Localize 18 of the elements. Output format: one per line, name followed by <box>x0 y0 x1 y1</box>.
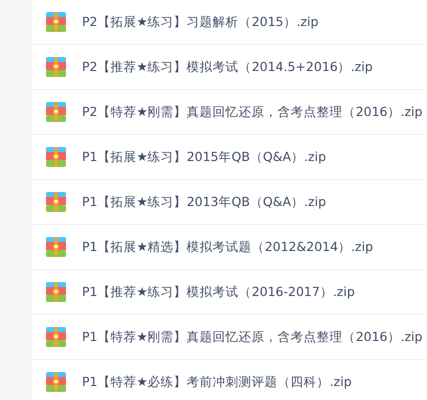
archive-file-icon <box>46 12 66 32</box>
file-name[interactable]: P2【特荐★刚需】真题回忆还原，含考点整理（2016）.zip <box>82 102 422 122</box>
archive-file-icon <box>46 237 66 257</box>
archive-file-icon <box>46 372 66 392</box>
archive-file-icon <box>46 57 66 77</box>
file-name[interactable]: P1【特荐★刚需】真题回忆还原，含考点整理（2016）.zip <box>82 328 422 346</box>
archive-file-icon <box>46 282 66 302</box>
file-name[interactable]: P2【推荐★练习】模拟考试（2014.5+2016）.zip <box>82 58 373 76</box>
archive-file-icon <box>46 192 66 212</box>
archive-file-icon <box>46 327 66 347</box>
file-name[interactable]: P1【拓展★精选】模拟考试题（2012&2014）.zip <box>82 238 374 256</box>
file-name[interactable]: P1【拓展★练习】2015年QB（Q&A）.zip <box>82 148 326 166</box>
file-name[interactable]: P2【拓展★练习】习题解析（2015）.zip <box>82 12 318 32</box>
archive-file-icon <box>46 102 66 122</box>
file-name[interactable]: P1【推荐★练习】模拟考试（2016-2017）.zip <box>82 282 355 302</box>
file-name[interactable]: P1【特荐★必练】考前冲刺测评题（四科）.zip <box>82 372 352 392</box>
archive-file-icon <box>46 147 66 167</box>
file-name[interactable]: P1【拓展★练习】2013年QB（Q&A）.zip <box>82 192 326 212</box>
